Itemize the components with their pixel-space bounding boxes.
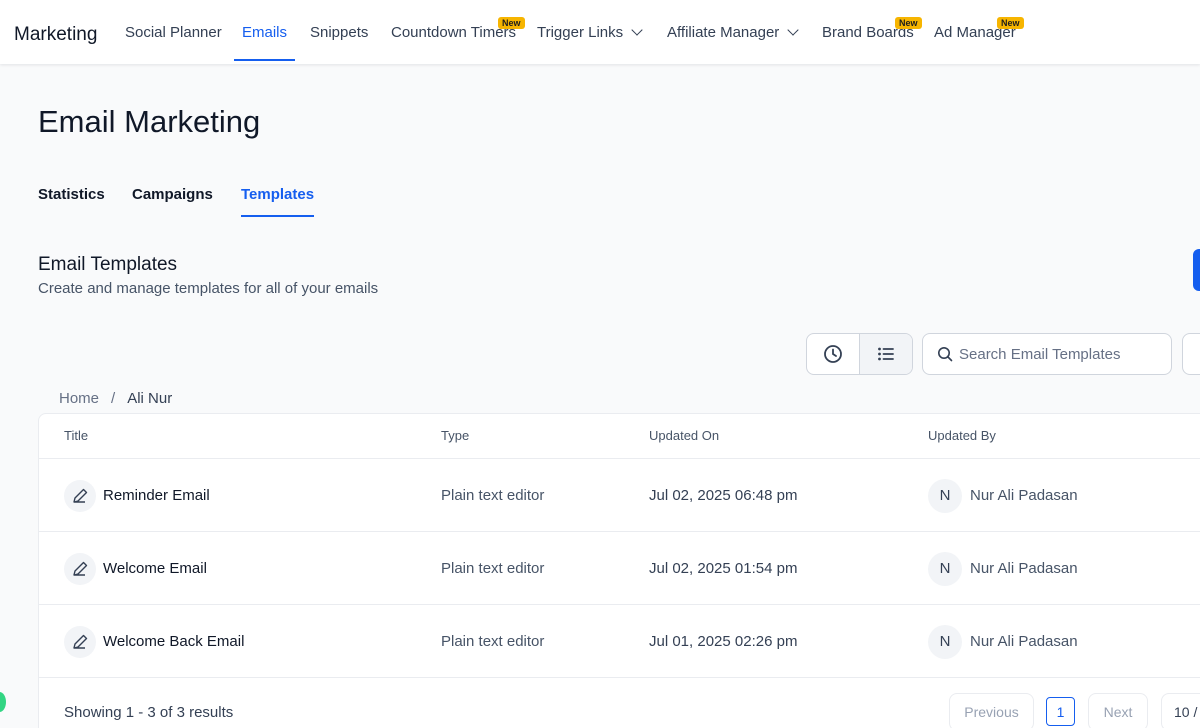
search-icon bbox=[938, 347, 953, 362]
clock-icon bbox=[824, 345, 842, 363]
nav-item-countdown-timers[interactable]: Countdown Timers bbox=[391, 0, 516, 64]
nav-item-label: Social Planner bbox=[125, 23, 222, 41]
brand-title: Marketing bbox=[14, 24, 98, 45]
top-navigation: Marketing Social Planner Emails Snippets… bbox=[0, 0, 1200, 64]
column-header-type: Type bbox=[441, 428, 470, 443]
edit-pen-icon bbox=[64, 552, 96, 585]
nav-item-label: Snippets bbox=[310, 23, 369, 41]
nav-item-snippets[interactable]: Snippets bbox=[310, 0, 368, 64]
nav-item-brand-boards[interactable]: Brand Boards bbox=[822, 0, 914, 64]
template-type: Plain text editor bbox=[441, 633, 545, 650]
nav-item-label: Trigger Links bbox=[537, 23, 624, 41]
avatar: N bbox=[928, 551, 962, 586]
table-row[interactable]: Reminder Email Plain text editor Jul 02,… bbox=[39, 459, 1200, 532]
page-title: Email Marketing bbox=[38, 104, 261, 139]
chevron-down-icon bbox=[787, 23, 799, 36]
view-toggle bbox=[806, 333, 913, 375]
recent-view-button[interactable] bbox=[807, 334, 859, 374]
updated-on: Jul 02, 2025 06:48 pm bbox=[649, 487, 798, 504]
table-row[interactable]: Welcome Back Email Plain text editor Jul… bbox=[39, 605, 1200, 678]
templates-table: Title Type Updated On Updated By Reminde… bbox=[38, 413, 1200, 728]
next-page-button[interactable]: Next bbox=[1088, 693, 1148, 728]
breadcrumb: Home / Ali Nur bbox=[59, 390, 172, 407]
nav-item-label: Affiliate Manager bbox=[667, 23, 780, 41]
new-badge: New bbox=[997, 17, 1024, 29]
updated-by: Nur Ali Padasan bbox=[970, 633, 1078, 650]
list-icon bbox=[878, 347, 894, 361]
status-dot bbox=[0, 692, 6, 712]
search-box bbox=[922, 333, 1172, 375]
column-header-updated-by: Updated By bbox=[928, 428, 996, 443]
template-type: Plain text editor bbox=[441, 560, 545, 577]
nav-item-ad-manager[interactable]: Ad Manager bbox=[934, 0, 1016, 64]
search-input[interactable] bbox=[959, 345, 1159, 363]
table-row[interactable]: Welcome Email Plain text editor Jul 02, … bbox=[39, 532, 1200, 605]
updated-on: Jul 01, 2025 02:26 pm bbox=[649, 633, 798, 650]
nav-item-emails[interactable]: Emails bbox=[233, 0, 296, 64]
previous-page-button[interactable]: Previous bbox=[949, 693, 1034, 728]
breadcrumb-separator: / bbox=[111, 390, 116, 407]
template-title[interactable]: Welcome Email bbox=[103, 560, 207, 577]
edit-pen-icon bbox=[64, 479, 96, 512]
breadcrumb-current: Ali Nur bbox=[127, 390, 173, 407]
template-title[interactable]: Reminder Email bbox=[103, 487, 210, 504]
tab-campaigns[interactable]: Campaigns bbox=[132, 186, 213, 203]
updated-by: Nur Ali Padasan bbox=[970, 487, 1078, 504]
tab-statistics[interactable]: Statistics bbox=[38, 186, 105, 203]
nav-item-trigger-links[interactable]: Trigger Links bbox=[537, 0, 643, 64]
nav-item-label: Emails bbox=[242, 23, 288, 41]
nav-item-affiliate-manager[interactable]: Affiliate Manager bbox=[667, 0, 799, 64]
template-type: Plain text editor bbox=[441, 487, 545, 504]
updated-by: Nur Ali Padasan bbox=[970, 560, 1078, 577]
new-badge: New bbox=[895, 17, 922, 29]
page-size-select[interactable]: 10 / bbox=[1161, 693, 1200, 728]
avatar: N bbox=[928, 624, 962, 659]
filter-button[interactable] bbox=[1182, 333, 1200, 375]
create-template-button[interactable] bbox=[1193, 249, 1200, 291]
avatar: N bbox=[928, 478, 962, 513]
page-number-button[interactable]: 1 bbox=[1046, 697, 1075, 726]
updated-on: Jul 02, 2025 01:54 pm bbox=[649, 560, 798, 577]
edit-pen-icon bbox=[64, 625, 96, 658]
chevron-down-icon bbox=[631, 23, 643, 36]
template-title[interactable]: Welcome Back Email bbox=[103, 633, 244, 650]
column-header-updated-on: Updated On bbox=[649, 428, 720, 443]
section-subtitle: Create and manage templates for all of y… bbox=[38, 280, 379, 297]
column-header-title: Title bbox=[64, 428, 89, 443]
tab-templates[interactable]: Templates bbox=[241, 186, 315, 217]
breadcrumb-home[interactable]: Home bbox=[59, 390, 99, 407]
list-view-button[interactable] bbox=[859, 334, 912, 374]
nav-item-social-planner[interactable]: Social Planner bbox=[125, 0, 222, 64]
results-summary: Showing 1 - 3 of 3 results bbox=[64, 704, 234, 721]
table-header: Title Type Updated On Updated By bbox=[39, 414, 1200, 459]
new-badge: New bbox=[498, 17, 525, 29]
section-title: Email Templates bbox=[38, 254, 178, 275]
